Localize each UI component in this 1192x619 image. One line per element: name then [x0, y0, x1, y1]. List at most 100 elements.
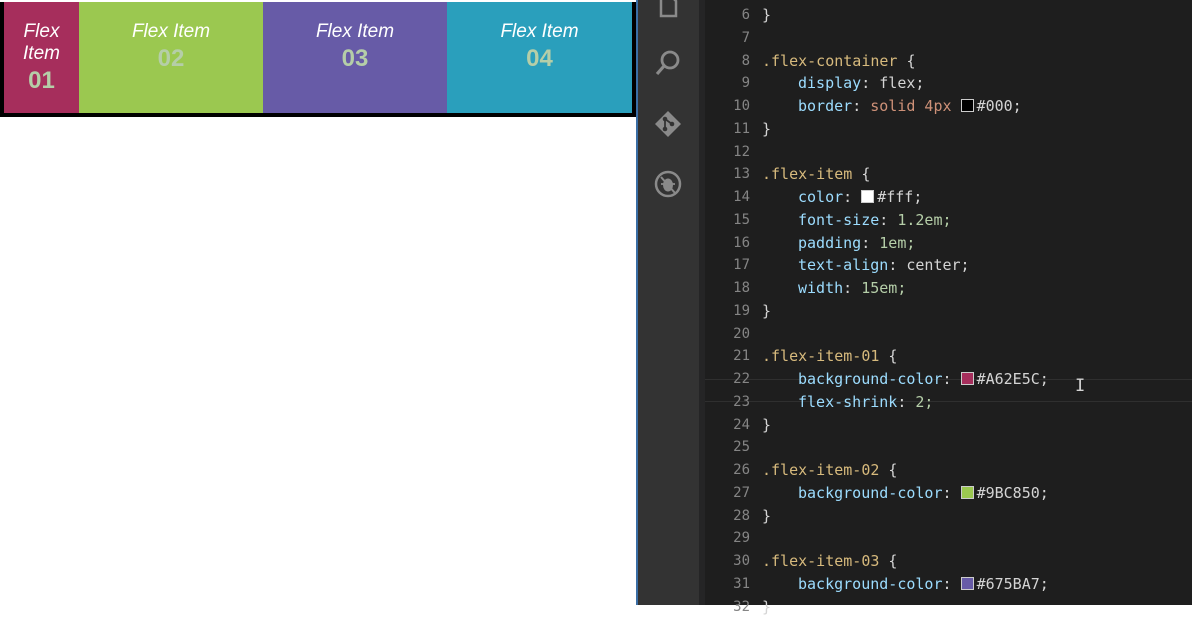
line-number: 16: [733, 234, 750, 251]
line-number: 12: [733, 143, 750, 160]
code-line[interactable]: 14 color: #fff;: [705, 186, 1192, 209]
line-number: 24: [733, 416, 750, 433]
line-number: 10: [733, 98, 750, 114]
code-line[interactable]: 26 .flex-item-02 {: [705, 459, 1192, 482]
code-line[interactable]: 32}: [705, 596, 1192, 619]
line-source: }: [762, 6, 772, 24]
line-number: 22: [733, 371, 750, 387]
code-line[interactable]: 17 text-align: center;: [705, 254, 1192, 277]
code-line[interactable]: 20: [705, 323, 1192, 346]
explorer-icon[interactable]: [653, 0, 683, 22]
line-number: 25: [733, 439, 750, 456]
color-swatch[interactable]: [861, 190, 875, 203]
code-line[interactable]: 25: [705, 436, 1192, 459]
line-source: text-align: center;: [798, 256, 970, 275]
line-number: 18: [733, 280, 750, 296]
code-line[interactable]: 21 .flex-item-01 {: [705, 345, 1192, 368]
code-line[interactable]: 29: [705, 527, 1192, 550]
code-line[interactable]: 8 .flex-container {: [705, 50, 1192, 73]
git-icon[interactable]: [653, 109, 683, 139]
line-number: 31: [733, 575, 750, 592]
line-number: 15: [733, 211, 750, 228]
line-number: 9: [741, 75, 750, 92]
line-number: 23: [733, 393, 750, 410]
flex-item-number: 02: [157, 45, 185, 72]
flex-container: Flex Item 01 Flex Item 02 Flex Item 03 Fl…: [0, 2, 636, 117]
line-source: .flex-container {: [762, 51, 916, 70]
color-swatch[interactable]: [960, 372, 974, 385]
line-source: }: [762, 119, 772, 138]
line-source: padding: 1em;: [798, 233, 916, 252]
code-line[interactable]: 18 width: 15em;: [705, 277, 1192, 300]
line-number: 27: [733, 484, 750, 501]
line-source: display: flex;: [798, 74, 925, 93]
flex-item-number: 04: [526, 45, 553, 72]
activity-bar: [638, 0, 699, 605]
flex-item-01: Flex Item 01: [4, 2, 79, 113]
flex-item-label: Flex Item: [500, 21, 579, 42]
line-number: 30: [733, 553, 750, 569]
line-number: 32: [733, 598, 750, 615]
line-source: .flex-item-02 {: [762, 461, 898, 479]
line-number: 13: [733, 166, 750, 183]
flex-item-number: 03: [341, 45, 369, 72]
flex-item-number: 01: [28, 67, 55, 94]
search-icon[interactable]: [653, 48, 683, 78]
debug-icon[interactable]: [653, 169, 683, 199]
code-area[interactable]: 6} 7 8 .flex-container { 9 display: flex; 10 bo…: [705, 0, 1192, 616]
line-source: border: solid 4px #000;: [798, 97, 1022, 115]
line-number: 8: [741, 52, 750, 69]
line-number: 28: [733, 507, 750, 524]
code-line[interactable]: 7: [705, 27, 1192, 50]
code-line[interactable]: 22 background-color: #A62E5C;: [705, 368, 1192, 391]
code-line[interactable]: 24}: [705, 414, 1192, 437]
line-number: 6: [741, 7, 750, 23]
line-source: font-size: 1.2em;: [798, 210, 952, 229]
line-source: flex-shrink: 2;: [798, 392, 934, 411]
code-line[interactable]: 16 padding: 1em;: [705, 232, 1192, 255]
code-line[interactable]: 11}: [705, 118, 1192, 141]
code-line[interactable]: 10 border: solid 4px #000;: [705, 95, 1192, 118]
color-swatch[interactable]: [960, 99, 974, 112]
code-line[interactable]: 30 .flex-item-03 {: [705, 550, 1192, 573]
flex-item-label: Flex Item: [315, 21, 395, 42]
code-line[interactable]: 13 .flex-item {: [705, 163, 1192, 186]
line-source: .flex-item-03 {: [762, 552, 898, 570]
code-line[interactable]: 15 font-size: 1.2em;: [705, 209, 1192, 232]
code-line[interactable]: 9 display: flex;: [705, 72, 1192, 95]
code-line[interactable]: 12: [705, 141, 1192, 164]
line-number: 7: [741, 29, 750, 46]
line-number: 26: [733, 462, 750, 478]
browser-preview: Flex Item 01 Flex Item 02 Flex Item 03 Fl…: [0, 0, 636, 605]
color-swatch[interactable]: [960, 485, 974, 499]
code-line[interactable]: 19}: [705, 300, 1192, 323]
line-source: background-color: #675BA7;: [798, 574, 1049, 593]
flex-item-02: Flex Item 02: [79, 2, 263, 113]
line-number: 17: [733, 257, 750, 274]
line-source: .flex-item {: [762, 165, 871, 184]
code-line[interactable]: 23 flex-shrink: 2;: [705, 391, 1192, 414]
line-source: }: [762, 506, 772, 525]
line-source: }: [762, 597, 772, 616]
line-source: }: [762, 301, 772, 320]
flex-item-03: Flex Item 03: [263, 2, 447, 113]
flex-item-label: Flex Item: [131, 21, 211, 42]
line-number: 11: [733, 120, 750, 137]
line-number: 29: [733, 530, 750, 547]
line-source: }: [762, 415, 772, 434]
line-number: 20: [733, 325, 750, 342]
line-number: 21: [733, 348, 750, 365]
line-source: background-color: #A62E5C;: [798, 370, 1049, 388]
code-line[interactable]: 6}: [705, 4, 1192, 27]
code-line[interactable]: 27 background-color: #9BC850;: [705, 482, 1192, 505]
color-swatch[interactable]: [960, 576, 974, 590]
code-editor: 6} 7 8 .flex-container { 9 display: flex; 10 bo…: [636, 0, 1192, 616]
flex-item-label: Flex Item: [23, 21, 60, 64]
line-source: width: 15em;: [798, 279, 907, 297]
text-cursor: I: [1075, 376, 1086, 396]
code-line[interactable]: 31 background-color: #675BA7;: [705, 573, 1192, 596]
line-number: 14: [733, 189, 750, 205]
line-number: 19: [733, 302, 750, 319]
code-line[interactable]: 28}: [705, 505, 1192, 528]
line-source: color: #fff;: [798, 188, 923, 206]
